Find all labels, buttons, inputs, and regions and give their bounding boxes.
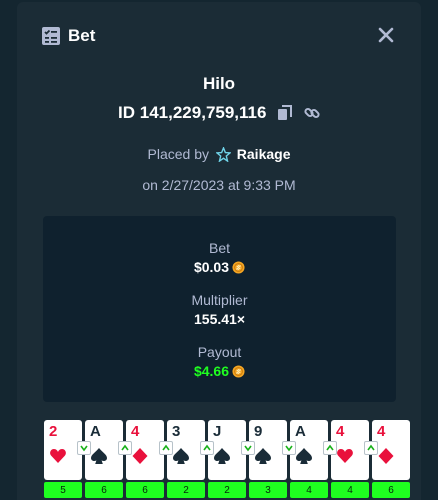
guess-lower-icon bbox=[77, 441, 91, 455]
bet-slip-icon bbox=[42, 27, 60, 45]
card-6: 93 bbox=[241, 420, 287, 500]
modal-title: Bet bbox=[68, 26, 96, 45]
hearts-suit-icon bbox=[337, 449, 353, 463]
guess-lower-icon bbox=[241, 441, 255, 455]
card-rank: A bbox=[90, 423, 101, 440]
bet-amount-value: $0.03 bbox=[193, 259, 230, 275]
diamonds-suit-icon bbox=[132, 448, 148, 464]
copy-icon[interactable] bbox=[277, 105, 293, 121]
card-multiplier: 6 bbox=[126, 482, 164, 498]
game-name[interactable]: Hilo bbox=[17, 74, 421, 94]
guess-higher-icon bbox=[323, 441, 337, 455]
bet-modal: Bet Hilo ID 141,229,759,116 Placed by Ra… bbox=[17, 2, 421, 500]
payout-value: $4.66 bbox=[193, 363, 230, 379]
spades-suit-icon bbox=[296, 448, 312, 464]
bet-amount-label: Bet bbox=[208, 240, 230, 256]
card-multiplier: 2 bbox=[208, 482, 246, 498]
guess-higher-icon bbox=[159, 441, 173, 455]
coin-icon bbox=[232, 365, 245, 378]
vip-star-icon bbox=[215, 147, 231, 162]
card-rank: 4 bbox=[336, 423, 345, 440]
placed-by: Placed by Raikage bbox=[17, 146, 421, 162]
card-rank: 3 bbox=[172, 423, 181, 440]
bet-date: on 2/27/2023 at 9:33 PM bbox=[142, 177, 296, 193]
bet-id: ID 141,229,759,116 bbox=[118, 103, 267, 122]
modal-header: Bet bbox=[17, 2, 421, 68]
placed-by-prefix: Placed by bbox=[147, 146, 209, 162]
bet-stats-panel: Bet $0.03 Multiplier 155.41× Payout $4.6… bbox=[43, 216, 396, 402]
card-rank: 2 bbox=[49, 423, 58, 440]
coin-icon bbox=[232, 261, 245, 274]
bet-id-row: ID 141,229,759,116 bbox=[17, 103, 421, 123]
spades-suit-icon bbox=[255, 448, 271, 464]
card-3: 46 bbox=[118, 420, 164, 500]
card-multiplier: 6 bbox=[372, 482, 410, 498]
card-8: 44 bbox=[323, 420, 369, 500]
close-icon[interactable] bbox=[377, 26, 395, 44]
guess-higher-icon bbox=[364, 441, 378, 455]
card-rank: 4 bbox=[377, 423, 386, 440]
spades-suit-icon bbox=[91, 448, 107, 464]
card-multiplier: 3 bbox=[249, 482, 287, 498]
username-link[interactable]: Raikage bbox=[237, 146, 291, 162]
card-multiplier: 4 bbox=[331, 482, 369, 498]
link-icon[interactable] bbox=[304, 105, 320, 121]
card-4: 32 bbox=[159, 420, 205, 500]
card-multiplier: 2 bbox=[167, 482, 205, 498]
card-rank: A bbox=[295, 423, 306, 440]
payout-label: Payout bbox=[197, 344, 242, 360]
card-rank: J bbox=[213, 423, 222, 440]
card-9: 46 bbox=[364, 420, 410, 500]
card-5: J2 bbox=[200, 420, 246, 500]
card-rank: 4 bbox=[131, 423, 140, 440]
guess-lower-icon bbox=[282, 441, 296, 455]
payout: $4.66 bbox=[43, 363, 396, 379]
multiplier-value: 155.41× bbox=[194, 311, 245, 327]
card-7: A4 bbox=[282, 420, 328, 500]
card-rank: 9 bbox=[254, 423, 263, 440]
spades-suit-icon bbox=[173, 448, 189, 464]
diamonds-suit-icon bbox=[378, 448, 394, 464]
spades-suit-icon bbox=[214, 448, 230, 464]
bet-amount: $0.03 bbox=[43, 259, 396, 275]
card-1: 25 bbox=[44, 420, 82, 500]
card-2: A6 bbox=[77, 420, 123, 500]
multiplier-label: Multiplier bbox=[191, 292, 248, 308]
card-history: 25A64632J293A44446 bbox=[42, 420, 421, 500]
guess-higher-icon bbox=[118, 441, 132, 455]
hearts-suit-icon bbox=[50, 449, 66, 463]
card-multiplier: 4 bbox=[290, 482, 328, 498]
guess-higher-icon bbox=[200, 441, 214, 455]
card-multiplier: 6 bbox=[85, 482, 123, 498]
card-multiplier: 5 bbox=[44, 482, 82, 498]
